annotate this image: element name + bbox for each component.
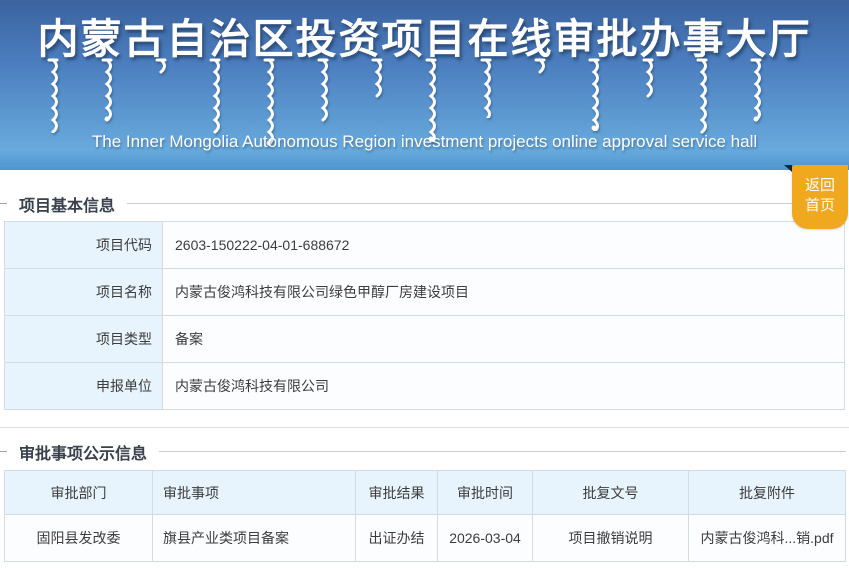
mongolian-script [46,58,763,146]
table-row: 申报单位 内蒙古俊鸿科技有限公司 [4,362,845,410]
mongolian-glyph-column [155,58,167,74]
section-left-dash [0,203,7,204]
mongolian-glyph-column [47,58,59,133]
attachment-pdf-link[interactable]: 内蒙古俊鸿科...销.pdf [688,514,846,562]
field-label-declaring-unit: 申报单位 [4,362,163,410]
approval-info-section-header: 审批事项公示信息 [0,443,849,463]
mongolian-glyph-column [588,58,600,131]
approval-info-section-title: 审批事项公示信息 [19,445,148,463]
return-home-button[interactable]: 返回 首页 [784,165,848,229]
table-header-row: 审批部门 审批事项 审批结果 审批时间 批复文号 批复附件 [4,470,846,515]
mongolian-glyph-column [371,58,383,98]
mongolian-glyph-column [425,58,437,142]
basic-info-table: 项目代码 2603-150222-04-01-688672 项目名称 内蒙古俊鸿… [4,221,845,410]
mongolian-glyph-column [750,58,762,122]
return-home-label-line1: 返回 [804,177,835,194]
col-header-reply-doc-number: 批复文号 [532,470,689,515]
mongolian-glyph-column [642,58,654,98]
col-header-approval-item: 审批事项 [152,470,356,515]
basic-info-section-header: 项目基本信息 [0,195,849,215]
field-value-project-code: 2603-150222-04-01-688672 [162,221,845,269]
site-title: 内蒙古自治区投资项目在线审批办事大厅 [37,15,812,63]
cell-approval-department: 固阳县发改委 [4,514,153,562]
ribbon-fold-icon [784,165,792,172]
field-label-project-name: 项目名称 [4,268,163,316]
mongolian-glyph-column [696,58,708,134]
cell-reply-doc-number: 项目撤销说明 [532,514,689,562]
field-label-project-code: 项目代码 [4,221,163,269]
site-banner: 内蒙古自治区投资项目在线审批办事大厅 The Inner Mongolia Au… [0,0,849,170]
table-row: 项目类型 备案 [4,315,845,363]
col-header-approval-time: 审批时间 [437,470,533,515]
approval-info-table: 审批部门 审批事项 审批结果 审批时间 批复文号 批复附件 固阳县发改委 旗县产… [4,470,846,562]
field-value-project-name: 内蒙古俊鸿科技有限公司绿色甲醇厂房建设项目 [162,268,845,316]
table-row: 项目代码 2603-150222-04-01-688672 [4,221,845,269]
mongolian-glyph-column [209,58,221,134]
col-header-approval-result: 审批结果 [355,470,438,515]
field-value-project-type: 备案 [162,315,845,363]
table-row: 固阳县发改委 旗县产业类项目备案 出证办结 2026-03-04 项目撤销说明 … [4,514,846,562]
mongolian-glyph-column [101,58,113,122]
cell-approval-time: 2026-03-04 [437,514,533,562]
table-row: 项目名称 内蒙古俊鸿科技有限公司绿色甲醇厂房建设项目 [4,268,845,316]
field-value-declaring-unit: 内蒙古俊鸿科技有限公司 [162,362,845,410]
basic-info-section-title: 项目基本信息 [19,197,116,215]
col-header-reply-attachment: 批复附件 [688,470,846,515]
mongolian-glyph-column [480,58,491,118]
site-subtitle-en: The Inner Mongolia Autonomous Region inv… [91,132,758,151]
section-left-dash [0,451,7,452]
cell-approval-result: 出证办结 [355,514,438,562]
section-rule [127,203,846,204]
mongolian-glyph-column [317,58,329,122]
cell-approval-item: 旗县产业类项目备案 [152,514,356,562]
mongolian-glyph-column [534,58,546,74]
section-rule [159,451,846,452]
field-label-project-type: 项目类型 [4,315,163,363]
return-home-label-line2: 首页 [804,197,835,214]
col-header-approval-department: 审批部门 [4,470,153,515]
section-divider [0,427,849,428]
